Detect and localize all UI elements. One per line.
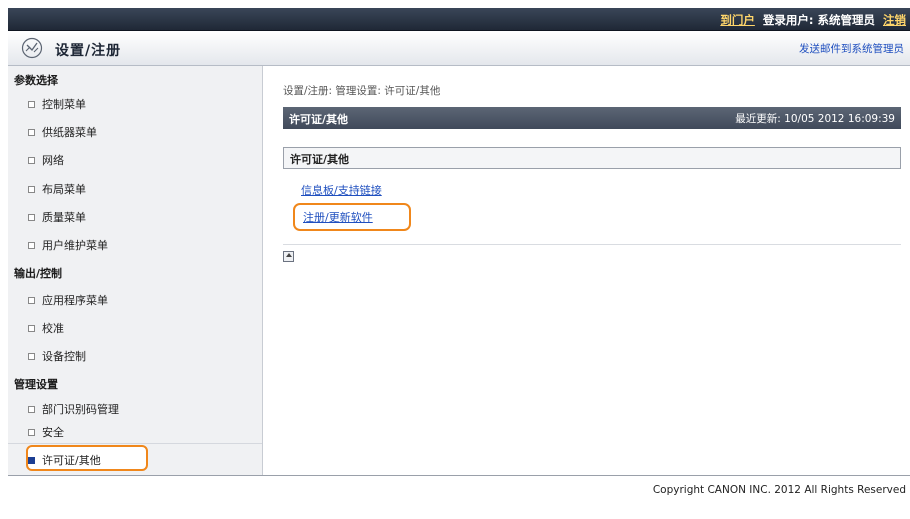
sidebar-item-paper-feeder-menu[interactable]: 供纸器菜单: [28, 124, 97, 140]
sidebar-item-label: 校准: [42, 322, 64, 335]
user-links: 到门户 登录用户: 系统管理员 注销: [716, 12, 906, 28]
sidebar-section-preferences: 参数选择: [14, 74, 58, 87]
sidebar-item-label: 供纸器菜单: [42, 126, 97, 139]
bullet-icon: [28, 428, 35, 436]
sidebar-item-device-control[interactable]: 设备控制: [28, 348, 86, 364]
bullet-icon: [28, 128, 35, 136]
content-divider: [283, 244, 901, 245]
page-top-icon[interactable]: [283, 251, 294, 262]
last-updated: 最近更新: 10/05 2012 16:09:39: [735, 113, 895, 125]
sidebar-item-label: 许可证/其他: [42, 454, 101, 467]
page-title: 设置/注册: [55, 43, 122, 59]
mail-admin-link[interactable]: 发送邮件到系统管理员: [799, 41, 904, 56]
footer-divider: [8, 475, 910, 476]
sidebar-item-label: 质量菜单: [42, 211, 86, 224]
bullet-icon: [28, 213, 35, 221]
sidebar-item-label: 用户维护菜单: [42, 239, 108, 252]
bullet-icon: [28, 185, 35, 193]
top-bar: 到门户 登录用户: 系统管理员 注销: [8, 8, 910, 31]
content-title-bar: 许可证/其他 最近更新: 10/05 2012 16:09:39: [283, 107, 901, 129]
section-header-box: 许可证/其他: [283, 147, 901, 169]
bullet-icon: [28, 405, 35, 413]
section-header-title: 许可证/其他: [290, 153, 350, 166]
sidebar-item-label: 布局菜单: [42, 183, 86, 196]
sidebar-item-label: 部门识别码管理: [42, 403, 119, 416]
sidebar-item-label: 安全: [42, 426, 64, 439]
settings-logo-icon: [21, 37, 43, 59]
sidebar-item-license-other[interactable]: 许可证/其他: [28, 452, 101, 468]
sidebar-item-security[interactable]: 安全: [28, 424, 64, 440]
bullet-icon: [28, 100, 35, 108]
sidebar-item-layout-menu[interactable]: 布局菜单: [28, 181, 86, 197]
bullet-icon: [28, 324, 35, 332]
sidebar-item-calibration[interactable]: 校准: [28, 320, 64, 336]
sidebar-item-network[interactable]: 网络: [28, 152, 64, 168]
info-board-support-link[interactable]: 信息板/支持链接: [301, 182, 382, 198]
page-header: 设置/注册 发送邮件到系统管理员: [8, 31, 910, 66]
sidebar-item-label: 应用程序菜单: [42, 294, 108, 307]
logout-link[interactable]: 注销: [883, 13, 906, 27]
sidebar-item-department-id[interactable]: 部门识别码管理: [28, 401, 119, 417]
sidebar-divider: [8, 443, 262, 444]
main-content: 设置/注册: 管理设置: 许可证/其他 许可证/其他 最近更新: 10/05 2…: [263, 66, 910, 475]
sidebar-item-control-menu[interactable]: 控制菜单: [28, 96, 86, 112]
bullet-icon: [28, 156, 35, 164]
content-title: 许可证/其他: [289, 113, 349, 126]
sidebar-section-management-settings: 管理设置: [14, 378, 58, 391]
bullet-icon: [28, 352, 35, 360]
sidebar: 参数选择 控制菜单 供纸器菜单 网络 布局菜单 质量菜单 用户维护菜单 输出/控…: [8, 66, 263, 475]
sidebar-item-label: 控制菜单: [42, 98, 86, 111]
bullet-icon: [28, 241, 35, 249]
bullet-icon: [28, 296, 35, 304]
portal-link[interactable]: 到门户: [720, 13, 755, 27]
sidebar-item-quality-menu[interactable]: 质量菜单: [28, 209, 86, 225]
sidebar-item-label: 设备控制: [42, 350, 86, 363]
copyright-text: Copyright CANON INC. 2012 All Rights Res…: [652, 484, 906, 496]
sidebar-section-output-control: 输出/控制: [14, 267, 63, 280]
register-update-software-link[interactable]: 注册/更新软件: [303, 209, 373, 225]
sidebar-item-user-maintenance-menu[interactable]: 用户维护菜单: [28, 237, 108, 253]
breadcrumb: 设置/注册: 管理设置: 许可证/其他: [283, 85, 441, 97]
sidebar-item-application-menu[interactable]: 应用程序菜单: [28, 292, 108, 308]
sidebar-item-label: 网络: [42, 154, 64, 167]
login-user-label: 登录用户: 系统管理员: [762, 13, 875, 27]
bullet-icon: [28, 456, 35, 464]
